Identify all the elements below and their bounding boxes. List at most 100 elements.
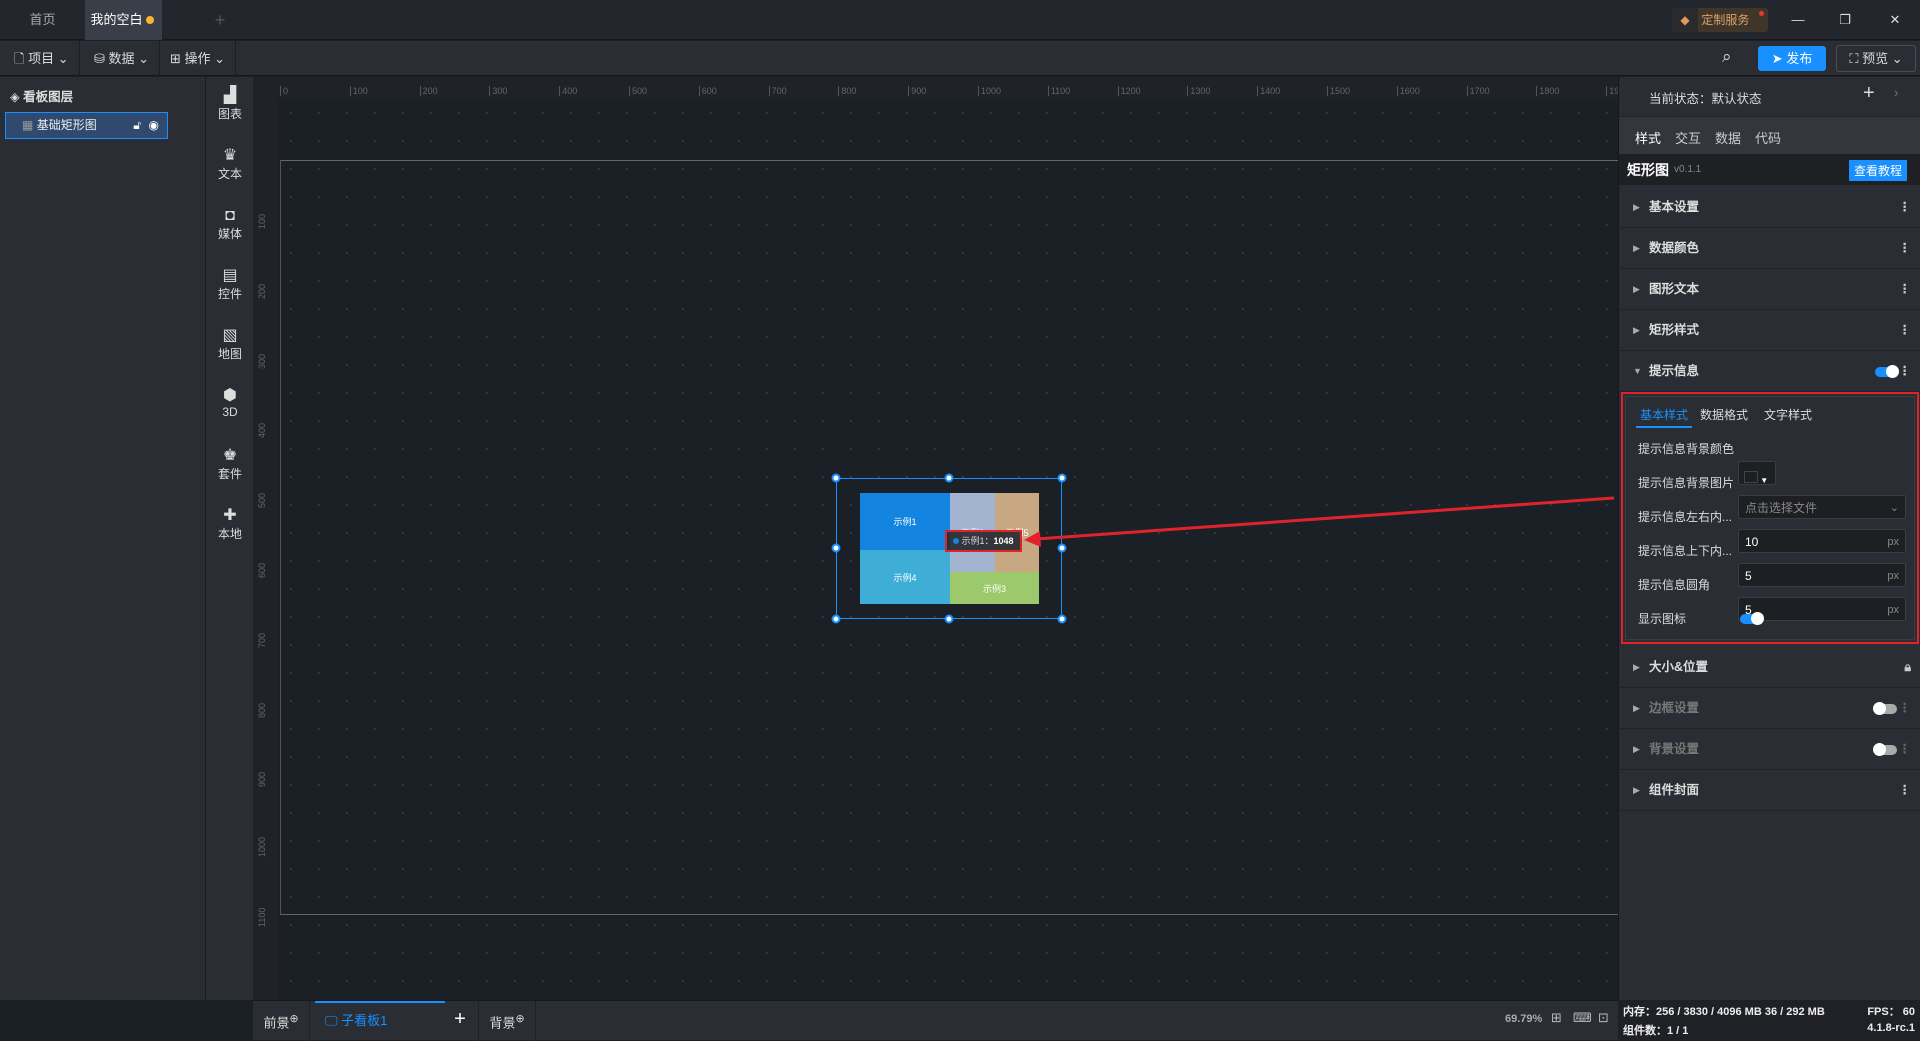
resize-handle[interactable] xyxy=(1057,543,1067,553)
custom-service-label: 定制服务 xyxy=(1701,13,1750,27)
sidebar-item-chart[interactable]: ▟ 图表 xyxy=(206,87,254,122)
tab-project[interactable]: 我的空白项目 xyxy=(85,0,162,67)
sidebar-item-media[interactable]: ◘ 媒体 xyxy=(206,207,254,242)
unlock-icon[interactable]: 🔓︎ xyxy=(133,113,141,138)
fit-screen-icon[interactable]: ⊞ xyxy=(1551,1010,1562,1026)
sidebar-item-cube[interactable]: ⬢ 3D xyxy=(206,387,254,419)
board-label: 子看板1 xyxy=(341,1013,388,1028)
layer-item[interactable]: ▦ 基础矩形图 🔓︎ ◉ xyxy=(5,112,168,139)
sidebar-item-widget[interactable]: ▤ 控件 xyxy=(206,267,254,302)
keyboard-icon[interactable]: ⌨ xyxy=(1573,1010,1592,1026)
sidebar-item-puzzle[interactable]: ✚ 本地 xyxy=(206,507,254,542)
more-icon[interactable]: ⋮ xyxy=(1899,729,1912,770)
section-1[interactable]: ▶ 数据颜色 ⋮ xyxy=(1619,228,1920,269)
database-icon: ⛁ xyxy=(94,51,105,66)
more-icon[interactable]: ⋮ xyxy=(1899,269,1912,310)
publish-button[interactable]: ➤ 发布 xyxy=(1758,46,1826,71)
background-tab[interactable]: 背景⊕ xyxy=(478,1001,536,1041)
section-3[interactable]: ▶ 矩形样式 ⋮ xyxy=(1619,310,1920,351)
add-circle-icon[interactable]: ⊕ xyxy=(289,1013,298,1025)
resize-handle[interactable] xyxy=(831,543,841,553)
ruler-tick-label: 1200 xyxy=(1117,86,1141,96)
subtab-2[interactable]: 文字样式 xyxy=(1764,406,1812,423)
tutorial-button[interactable]: 查看教程 xyxy=(1849,160,1908,181)
board-tab-active[interactable]: 🖵︎ 子看板1 xyxy=(315,1001,445,1041)
diamond-icon: ◆ xyxy=(1672,8,1698,32)
treemap-cell-4[interactable]: 示例4 xyxy=(860,550,950,604)
sidebar-item-map[interactable]: ▧ 地图 xyxy=(206,327,254,362)
more-icon[interactable]: ⋮ xyxy=(1899,228,1912,269)
section-toggle[interactable] xyxy=(1873,743,1897,756)
add-circle-icon[interactable]: ⊕ xyxy=(515,1013,524,1025)
menu-project[interactable]: 🗋 项目 ⌄ xyxy=(4,41,80,76)
search-icon[interactable]: ⌕ xyxy=(1722,47,1732,67)
menu-operate[interactable]: ⊞ 操作 ⌄ xyxy=(160,41,237,76)
foreground-tab[interactable]: 前景⊕ xyxy=(253,1001,310,1041)
more-icon[interactable]: ⋮ xyxy=(1899,351,1912,392)
add-state-button[interactable]: + xyxy=(1863,82,1875,105)
board-top-edge xyxy=(280,160,1618,161)
sidebar-item-suite[interactable]: ♚ 套件 xyxy=(206,447,254,482)
add-tab-button[interactable]: + xyxy=(205,0,235,40)
sidebar-item-label: 3D xyxy=(222,405,238,419)
state-label: 当前状态： xyxy=(1649,92,1712,106)
add-board-button[interactable]: + xyxy=(445,1001,475,1041)
section-2[interactable]: ▶ 图形文本 ⋮ xyxy=(1619,269,1920,310)
field-bg-image: 提示信息背景图片 点击选择文件 ⌄ xyxy=(1638,471,1918,519)
current-state: 当前状态：默认状态 xyxy=(1649,88,1762,107)
map-icon: ▧ xyxy=(222,327,238,344)
section2-1[interactable]: ▶ 边框设置 ⋮ xyxy=(1619,688,1920,729)
ruler-tick-label: 800 xyxy=(257,702,267,718)
lock-icon[interactable]: 🔒︎ xyxy=(1904,647,1911,688)
cell-label: 示例4 xyxy=(893,572,917,583)
layer-label: 基础矩形图 xyxy=(36,118,97,132)
tab-0[interactable]: 样式 xyxy=(1635,128,1662,156)
more-icon[interactable]: ⋮ xyxy=(1899,770,1912,811)
tooltip-toggle[interactable] xyxy=(1875,365,1899,378)
section-0[interactable]: ▶ 基本设置 ⋮ xyxy=(1619,187,1920,228)
preview-button[interactable]: ⛶ 预览 ⌄ xyxy=(1836,45,1916,72)
more-icon[interactable]: ⋮ xyxy=(1899,310,1912,351)
treemap-cell-1[interactable]: 示例1 xyxy=(860,493,950,550)
section2-2[interactable]: ▶ 背景设置 ⋮ xyxy=(1619,729,1920,770)
chart-icon: ▟ xyxy=(223,87,237,104)
section-4[interactable]: ▼ 提示信息 ⋮ xyxy=(1619,351,1920,392)
publish-label: 发布 xyxy=(1786,51,1813,66)
minimize-button[interactable]: — xyxy=(1778,0,1818,40)
tab-home[interactable]: 首页 xyxy=(0,0,85,40)
state-value[interactable]: 默认状态 xyxy=(1712,92,1762,106)
terminal-icon[interactable]: ⊡ xyxy=(1598,1010,1609,1026)
tab-1[interactable]: 交互 xyxy=(1675,128,1701,147)
resize-handle[interactable] xyxy=(1057,614,1067,624)
tab-3[interactable]: 代码 xyxy=(1755,128,1781,147)
custom-service-button[interactable]: ◆ 定制服务 xyxy=(1672,8,1768,32)
more-icon[interactable]: ⋮ xyxy=(1899,688,1912,729)
zoom-level[interactable]: 69.79% xyxy=(1505,1013,1542,1025)
ruler-tick-label: 500 xyxy=(257,493,267,509)
treemap-cell-3[interactable]: 示例3 xyxy=(950,572,1039,604)
section2-0[interactable]: ▶ 大小&位置 🔒︎ xyxy=(1619,647,1920,688)
close-button[interactable]: ✕ xyxy=(1875,0,1915,40)
layers-title-label: 看板图层 xyxy=(23,90,74,104)
sidebar-item-text[interactable]: ♛ 文本 xyxy=(206,147,254,182)
resize-handle[interactable] xyxy=(1057,473,1067,483)
subtab-1[interactable]: 数据格式 xyxy=(1700,406,1748,423)
section-toggle[interactable] xyxy=(1873,702,1897,715)
chevron-right-icon[interactable]: › xyxy=(1894,85,1898,100)
layers-title: ◈ 看板图层 xyxy=(10,86,73,105)
section2-3[interactable]: ▶ 组件封面 ⋮ xyxy=(1619,770,1920,811)
resize-handle[interactable] xyxy=(831,614,841,624)
resize-handle[interactable] xyxy=(831,473,841,483)
ruler-tick-label: 1100 xyxy=(257,907,267,927)
restore-button[interactable]: ❐ xyxy=(1825,0,1865,40)
show-icon-toggle[interactable] xyxy=(1740,612,1764,625)
more-icon[interactable]: ⋮ xyxy=(1899,187,1912,228)
tab-2[interactable]: 数据 xyxy=(1715,128,1741,147)
sidebar-item-label: 地图 xyxy=(217,347,242,361)
subtab-0[interactable]: 基本样式 xyxy=(1636,406,1693,428)
menu-data[interactable]: ⛁ 数据 ⌄ xyxy=(84,41,161,76)
resize-handle[interactable] xyxy=(944,473,954,483)
ruler-tick-label: 1600 xyxy=(1396,86,1420,96)
resize-handle[interactable] xyxy=(944,614,954,624)
eye-icon[interactable]: ◉ xyxy=(149,113,159,138)
